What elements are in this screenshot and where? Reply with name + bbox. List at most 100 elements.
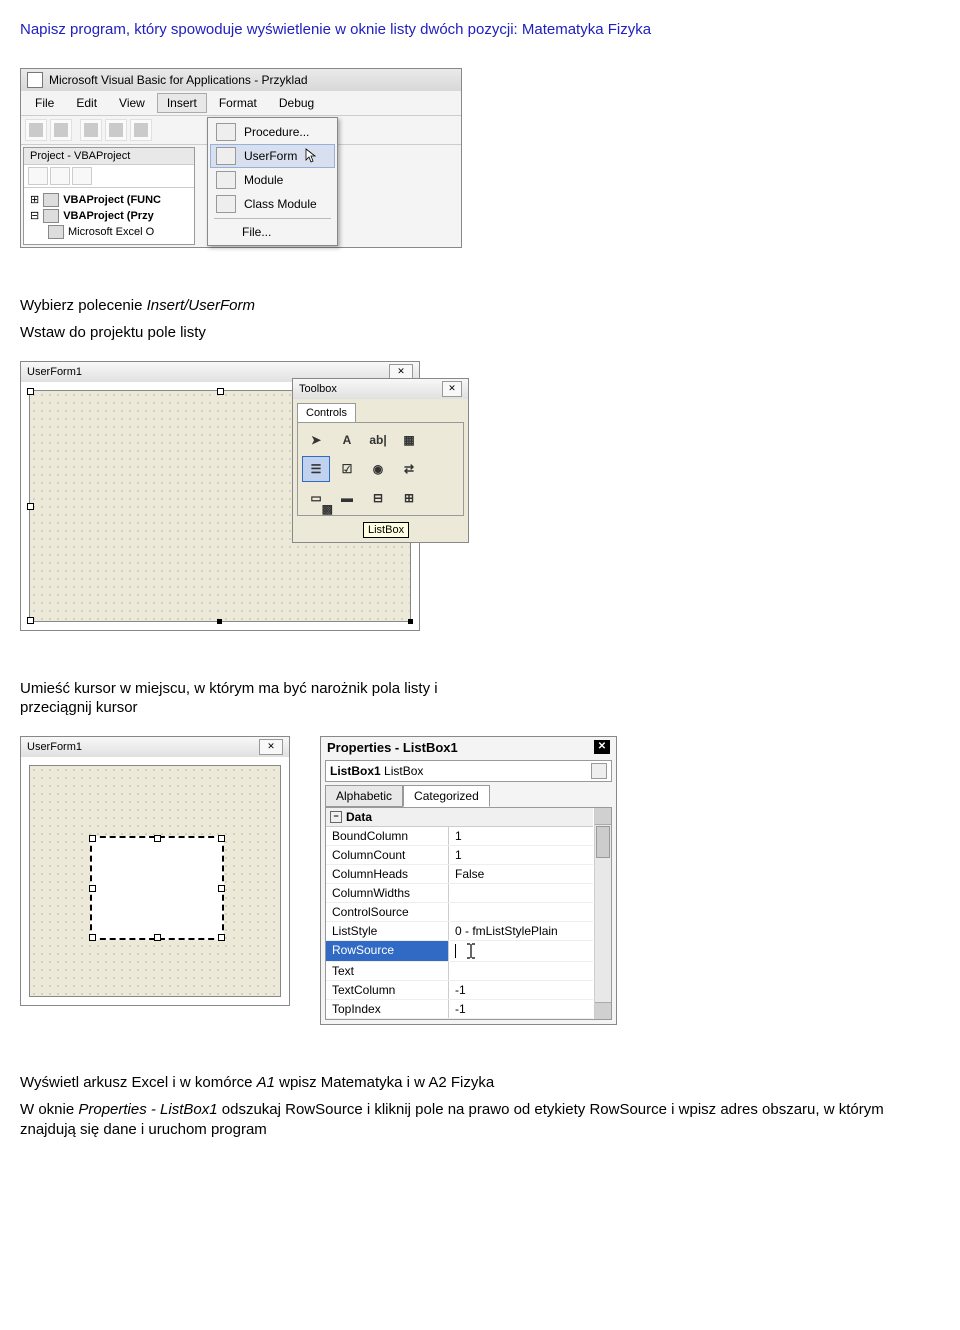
toolbar-btn[interactable] <box>25 119 47 141</box>
vba-titlebar: Microsoft Visual Basic for Applications … <box>21 69 461 91</box>
prop-row-columnheads[interactable]: ColumnHeadsFalse <box>326 865 593 884</box>
resize-handle[interactable] <box>218 885 225 892</box>
toolbox-combobox[interactable]: ▦ <box>395 427 423 453</box>
prop-row-text[interactable]: Text <box>326 962 593 981</box>
toolbar-btn[interactable] <box>105 119 127 141</box>
blank-icon <box>216 224 234 240</box>
folder-icon <box>48 225 64 239</box>
userform-canvas[interactable] <box>29 765 281 997</box>
menu-module[interactable]: Module <box>210 168 335 192</box>
userform-design-surface <box>21 757 289 1005</box>
properties-tabs: Alphabetic Categorized <box>325 785 612 807</box>
menu-format[interactable]: Format <box>209 93 267 113</box>
resize-handle[interactable] <box>27 503 34 510</box>
toolbox-checkbox[interactable]: ☑ <box>333 456 361 482</box>
panel-tool-btn[interactable] <box>28 167 48 185</box>
close-icon[interactable]: ✕ <box>442 381 462 397</box>
tree-item[interactable]: ⊟VBAProject (Przy <box>30 208 188 224</box>
toolbox-multipage[interactable]: ⊞ <box>395 485 423 511</box>
collapse-icon[interactable]: − <box>330 811 342 823</box>
toolbar-btn[interactable] <box>50 119 72 141</box>
menu-item-label: Module <box>244 173 283 187</box>
menu-procedure[interactable]: Procedure... <box>210 120 335 144</box>
menu-userform[interactable]: UserForm <box>210 144 335 168</box>
insert-dropdown-menu: Procedure... UserForm Module Class Modul… <box>207 117 338 246</box>
toolbox-titlebar: Toolbox ✕ <box>293 379 468 399</box>
text-cursor-icon <box>455 944 456 958</box>
properties-object-selector[interactable]: ListBox1 ListBox <box>325 760 612 782</box>
userform-icon <box>216 147 236 165</box>
userform-title: UserForm1 <box>27 366 82 378</box>
menu-file[interactable]: File... <box>210 221 335 243</box>
close-icon[interactable]: ✕ <box>594 740 610 754</box>
panel-tool-btn[interactable] <box>50 167 70 185</box>
prop-row-textcolumn[interactable]: TextColumn-1 <box>326 981 593 1000</box>
panel-tool-btn[interactable] <box>72 167 92 185</box>
toolbar-btn[interactable] <box>80 119 102 141</box>
prop-row-boundcolumn[interactable]: BoundColumn1 <box>326 827 593 846</box>
menu-view[interactable]: View <box>109 93 155 113</box>
resize-handle[interactable] <box>218 934 225 941</box>
menu-item-label: Procedure... <box>244 125 309 139</box>
menu-separator <box>214 218 331 219</box>
toolbox-tooltip: ListBox <box>363 522 409 538</box>
prop-row-columncount[interactable]: ColumnCount1 <box>326 846 593 865</box>
toolbox-tab-controls[interactable]: Controls <box>297 403 356 422</box>
menu-classmodule[interactable]: Class Module <box>210 192 335 216</box>
prop-row-liststyle[interactable]: ListStyle0 - fmListStylePlain <box>326 922 593 941</box>
text-insert-listbox: Wstaw do projektu pole listy <box>20 323 940 343</box>
resize-handle[interactable] <box>27 617 34 624</box>
top-instruction: Napisz program, który spowoduje wyświetl… <box>20 20 940 40</box>
tree-item[interactable]: Microsoft Excel O <box>30 224 188 240</box>
toolbox-textbox[interactable]: ab| <box>364 427 392 453</box>
text-place-cursor: Umieść kursor w miejscu, w którym ma być… <box>20 679 500 718</box>
scrollbar[interactable] <box>594 808 611 1019</box>
menu-debug[interactable]: Debug <box>269 93 324 113</box>
toolbox-togglebutton[interactable]: ⇄ <box>395 456 423 482</box>
prop-row-columnwidths[interactable]: ColumnWidths <box>326 884 593 903</box>
resize-handle[interactable] <box>154 934 161 941</box>
toolbox-pointer[interactable]: ➤ <box>302 427 330 453</box>
object-type: ListBox <box>384 764 423 778</box>
tree-item-label: Microsoft Excel O <box>68 226 154 238</box>
project-panel-title: Project - VBAProject <box>24 148 194 165</box>
properties-titlebar: Properties - ListBox1 ✕ <box>321 737 616 758</box>
prop-row-topindex[interactable]: TopIndex-1 <box>326 1000 593 1019</box>
toolbox-listbox[interactable]: ☰ <box>302 456 330 482</box>
classmodule-icon <box>216 195 236 213</box>
property-category-data[interactable]: −Data <box>326 808 593 827</box>
listbox-control[interactable] <box>90 836 224 940</box>
prop-row-rowsource[interactable]: RowSource <box>326 941 593 962</box>
dropdown-icon[interactable] <box>591 763 607 779</box>
toolbox-optionbutton[interactable]: ◉ <box>364 456 392 482</box>
toolbox-tabstrip[interactable]: ⊟ <box>364 485 392 511</box>
resize-handle[interactable] <box>218 835 225 842</box>
menu-insert[interactable]: Insert <box>157 93 207 113</box>
resize-handle[interactable] <box>89 885 96 892</box>
toolbox-label[interactable]: A <box>333 427 361 453</box>
resize-handle[interactable] <box>89 835 96 842</box>
close-icon[interactable]: ✕ <box>259 739 283 755</box>
tab-alphabetic[interactable]: Alphabetic <box>325 785 403 807</box>
menu-item-label: File... <box>242 225 271 239</box>
resize-handle[interactable] <box>217 619 222 624</box>
resize-handle[interactable] <box>217 388 224 395</box>
toolbox-image[interactable]: ▩ <box>313 496 341 522</box>
object-name: ListBox1 <box>330 764 381 778</box>
tab-categorized[interactable]: Categorized <box>403 785 490 807</box>
menu-file[interactable]: File <box>25 93 64 113</box>
resize-handle[interactable] <box>408 619 413 624</box>
project-icon <box>43 209 59 223</box>
resize-handle[interactable] <box>27 388 34 395</box>
tree-item[interactable]: ⊞VBAProject (FUNC <box>30 192 188 208</box>
resize-handle[interactable] <box>89 934 96 941</box>
menu-edit[interactable]: Edit <box>66 93 107 113</box>
properties-window: Properties - ListBox1 ✕ ListBox1 ListBox… <box>320 736 617 1025</box>
scrollbar-thumb[interactable] <box>596 826 610 858</box>
toolbar-btn[interactable] <box>130 119 152 141</box>
prop-row-controlsource[interactable]: ControlSource <box>326 903 593 922</box>
module-icon <box>216 171 236 189</box>
userform-titlebar: UserForm1 ✕ <box>21 737 289 757</box>
app-icon <box>27 72 43 88</box>
resize-handle[interactable] <box>154 835 161 842</box>
